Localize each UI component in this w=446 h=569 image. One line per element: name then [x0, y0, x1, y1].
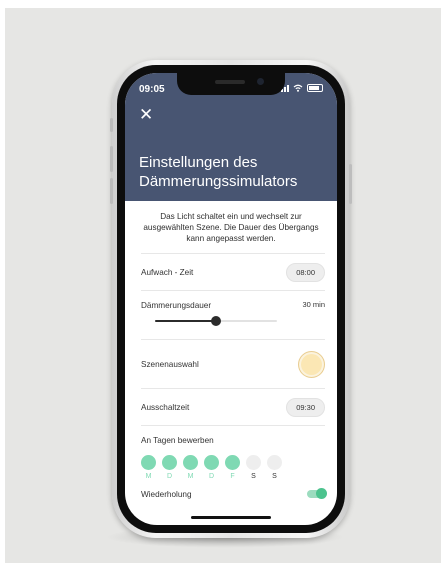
phone-bezel: 09:05 ✕ Einstellungen des Dämmerungssimu…	[117, 65, 345, 533]
phone-notch	[177, 73, 285, 95]
day-toggle[interactable]: M	[183, 455, 198, 481]
close-icon[interactable]: ✕	[139, 106, 153, 123]
day-letter: M	[145, 473, 152, 480]
day-letter: S	[272, 473, 277, 480]
phone-frame: 09:05 ✕ Einstellungen des Dämmerungssimu…	[110, 60, 352, 538]
dawn-duration-slider[interactable]	[155, 316, 277, 326]
phone-screen: 09:05 ✕ Einstellungen des Dämmerungssimu…	[125, 73, 337, 525]
wake-time-value[interactable]: 08:00	[286, 262, 325, 282]
off-time-value[interactable]: 09:30	[286, 397, 325, 417]
scene-color-swatch[interactable]	[298, 350, 325, 378]
days-row: An Tagen bewerben	[141, 425, 325, 445]
day-letter: M	[187, 473, 194, 480]
scene-label: Szenenauswahl	[141, 359, 199, 369]
repeat-toggle[interactable]	[307, 488, 327, 499]
off-time-row: Ausschaltzeit 09:30	[141, 388, 325, 425]
product-backdrop: 09:05 ✕ Einstellungen des Dämmerungssimu…	[5, 8, 441, 563]
home-indicator	[191, 516, 271, 519]
status-icons	[281, 84, 323, 92]
day-dot[interactable]	[162, 455, 177, 470]
day-dot[interactable]	[225, 455, 240, 470]
wake-time-label: Aufwach - Zeit	[141, 267, 194, 277]
page-title: Einstellungen des Dämmerungssimulators	[139, 154, 298, 190]
day-toggle[interactable]: M	[141, 455, 156, 481]
repeat-row: Wiederholung	[141, 483, 327, 505]
day-toggle[interactable]: D	[162, 455, 177, 481]
day-dot[interactable]	[267, 455, 282, 470]
day-toggle[interactable]: S	[267, 455, 282, 481]
slider-handle[interactable]	[211, 316, 221, 326]
speaker-grille	[215, 80, 245, 84]
status-time: 09:05	[139, 84, 165, 95]
settings-content: Das Licht schaltet ein und wechselt zur …	[125, 201, 337, 505]
volume-down-button	[110, 178, 113, 204]
dawn-duration-value: 30 min	[302, 300, 325, 309]
volume-up-button	[110, 146, 113, 172]
dawn-duration-row: Dämmerungsdauer 30 min	[141, 290, 325, 339]
slider-fill	[155, 320, 216, 322]
wake-time-row: Aufwach - Zeit 08:00	[141, 253, 325, 290]
days-label: An Tagen bewerben	[141, 436, 214, 445]
repeat-label: Wiederholung	[141, 489, 192, 499]
day-letter: D	[208, 473, 215, 480]
day-toggle[interactable]: D	[204, 455, 219, 481]
day-selector: MDMDFSS	[141, 455, 337, 481]
wifi-icon	[293, 84, 303, 92]
scene-row: Szenenauswahl	[141, 339, 325, 388]
toggle-knob	[316, 488, 327, 499]
day-letter: S	[251, 473, 256, 480]
day-toggle[interactable]: F	[225, 455, 240, 481]
day-dot[interactable]	[246, 455, 261, 470]
battery-icon	[307, 84, 323, 92]
intro-text: Das Licht schaltet ein und wechselt zur …	[143, 212, 319, 243]
off-time-label: Ausschaltzeit	[141, 402, 190, 412]
day-dot[interactable]	[204, 455, 219, 470]
day-dot[interactable]	[183, 455, 198, 470]
day-toggle[interactable]: S	[246, 455, 261, 481]
day-dot[interactable]	[141, 455, 156, 470]
day-letter: D	[166, 473, 173, 480]
day-letter: F	[230, 473, 235, 480]
mute-switch	[110, 118, 113, 132]
power-button	[349, 164, 352, 204]
front-camera	[257, 78, 264, 85]
dawn-duration-label: Dämmerungsdauer	[141, 301, 212, 310]
